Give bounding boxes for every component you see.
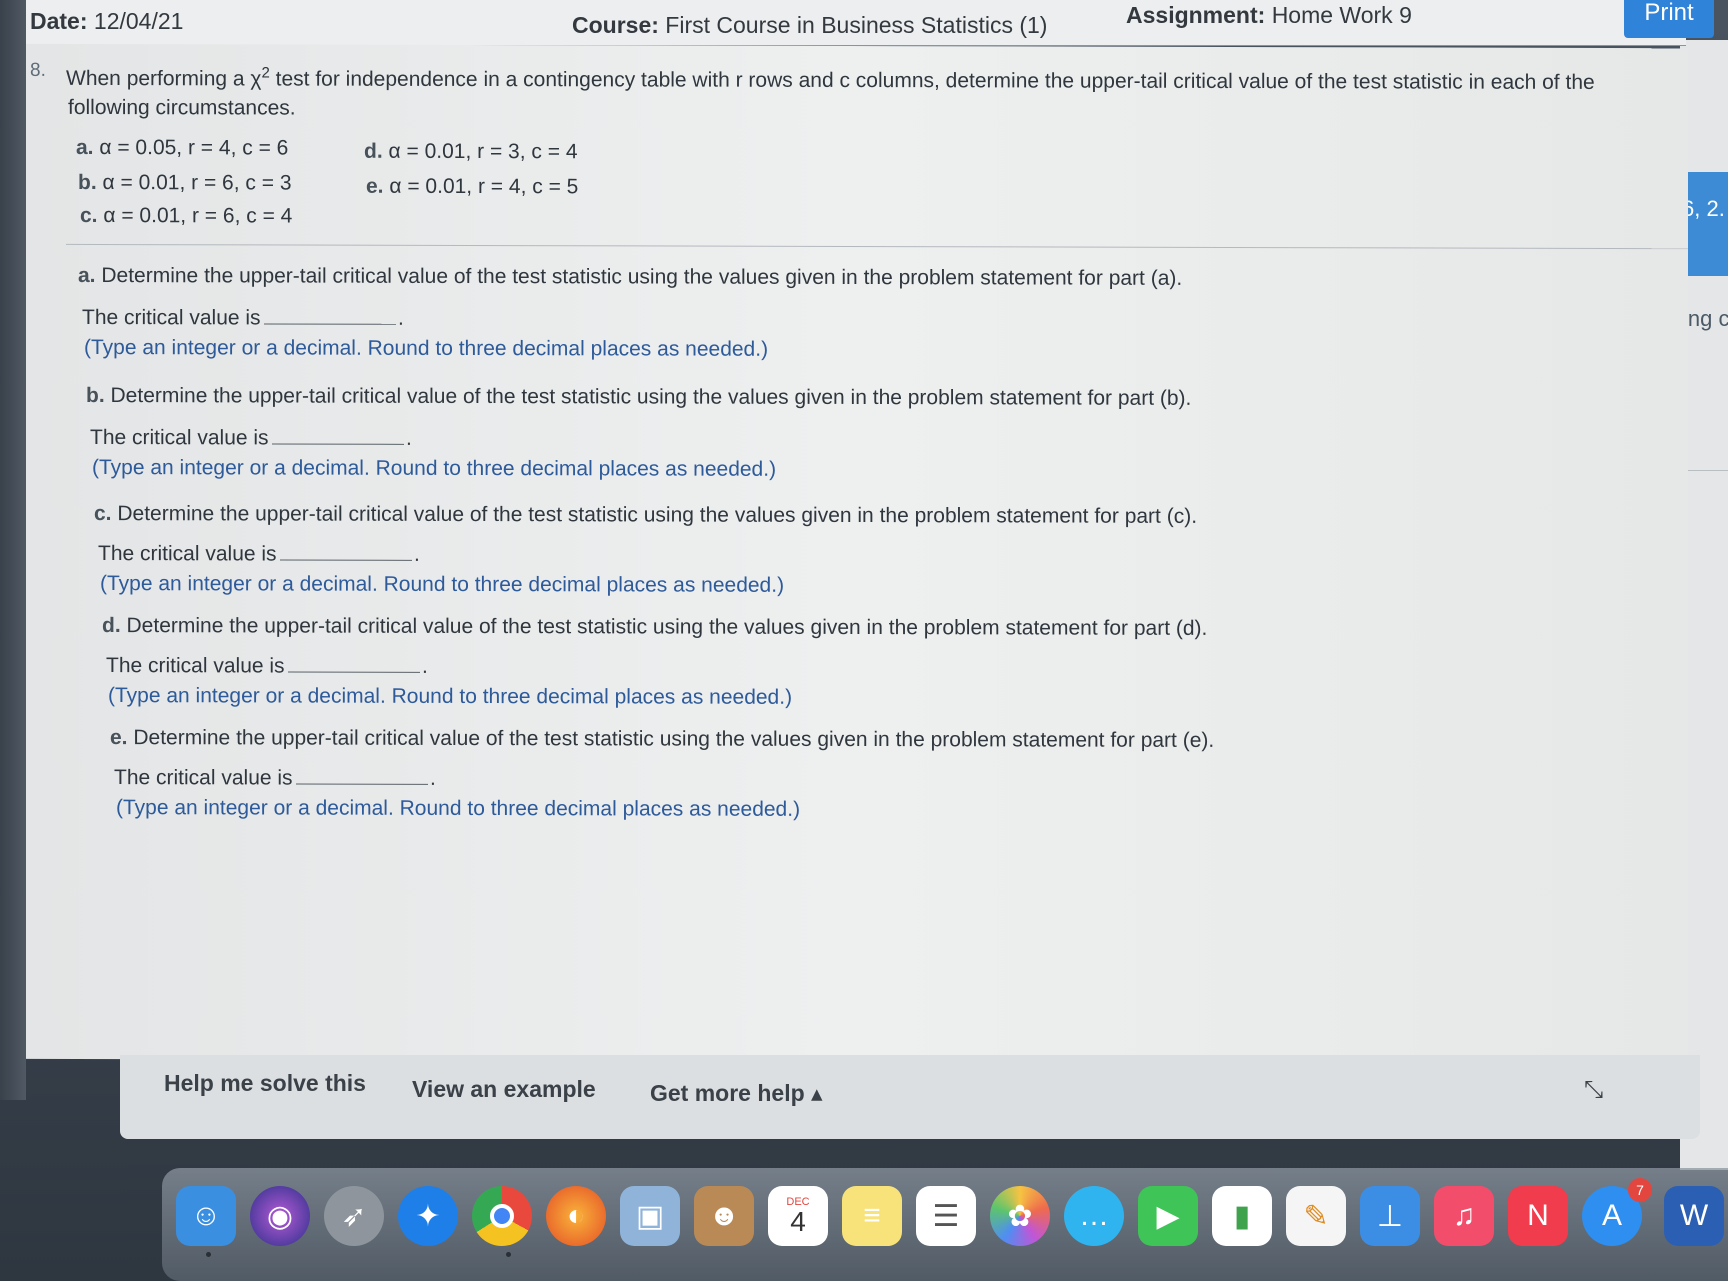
get-more-help-button[interactable]: Get more help ▴ [650,1080,823,1107]
case-d: d. α = 0.01, r = 3, c = 4 [364,140,578,165]
part-e-lead: The critical value is [114,766,293,790]
part-b-answer-input[interactable] [272,418,404,445]
question-stem: When performing a χ2 test for independen… [66,64,1595,95]
help-toolbar [120,1055,1700,1139]
assignment-field: Assignment: Home Work 9 [1126,2,1412,29]
facetime-icon[interactable]: ▶ [1138,1186,1198,1246]
part-letter: d. [102,614,121,638]
messages-icon[interactable]: … [1064,1186,1124,1246]
resize-arrows-icon[interactable]: ⤡ [1584,1076,1603,1104]
part-b-period: . [406,426,412,450]
question-stem-text-cont: test for independence in a contingency t… [269,67,1595,94]
case-a: a. α = 0.05, r = 4, c = 6 [76,136,288,161]
numbers-icon[interactable]: ▮ [1212,1186,1272,1246]
chi-square-superscript: 2 [261,64,270,82]
case-text: α = 0.01, r = 6, c = 3 [102,171,292,195]
part-e-answer-input[interactable] [296,758,428,785]
part-letter: e. [110,726,128,750]
case-text: α = 0.01, r = 3, c = 4 [388,139,578,164]
assignment-label: Assignment: [1126,2,1266,28]
case-letter: e. [366,174,384,198]
part-c-period: . [414,542,420,566]
part-c-lead: The critical value is [98,542,277,566]
date-label: Date: [30,8,88,34]
case-letter: a. [76,135,94,160]
case-b: b. α = 0.01, r = 6, c = 3 [78,171,292,196]
assignment-header: Date: 12/04/21 Course: First Course in B… [26,0,1714,46]
help-me-solve-button[interactable]: Help me solve this [164,1070,366,1097]
part-a-lead: The critical value is [82,305,261,330]
launchpad-icon[interactable]: ➶ [324,1186,384,1246]
part-b-lead: The critical value is [90,425,269,450]
part-d-period: . [422,654,428,678]
calendar-day: 4 [790,1206,806,1237]
news-icon[interactable]: N [1508,1186,1568,1246]
part-c-prompt: c. Determine the upper-tail critical val… [94,502,1197,529]
part-a-answer-input[interactable] [264,298,396,325]
notes-icon[interactable]: ≡ [842,1186,902,1246]
appstore-badge: 7 [1628,1178,1652,1202]
case-c: c. α = 0.01, r = 6, c = 4 [80,204,292,229]
question-number: 8. [30,59,46,81]
assignment-value: Home Work 9 [1271,2,1412,28]
question-stem-text: When performing a χ [66,66,262,91]
firefox-icon[interactable]: ◐ [546,1186,606,1246]
part-d-lead: The critical value is [106,654,285,678]
photos-icon[interactable]: ✿ [990,1186,1050,1246]
preview-icon[interactable]: ▣ [620,1186,680,1246]
siri-icon[interactable]: ◉ [250,1186,310,1246]
part-b-hint: (Type an integer or a decimal. Round to … [92,455,777,481]
course-field: Course: First Course in Business Statist… [572,12,1047,39]
part-a-hint: (Type an integer or a decimal. Round to … [84,335,769,361]
desktop-left-edge [0,0,26,1100]
chrome-icon[interactable] [472,1186,532,1246]
contacts-icon[interactable]: ☻ [694,1186,754,1246]
part-letter: a. [78,263,96,288]
part-a-prompt: a. Determine the upper-tail critical val… [78,264,1182,291]
pages-icon[interactable]: ✎ [1286,1186,1346,1246]
case-letter: b. [78,170,97,195]
part-prompt-text: Determine the upper-tail critical value … [101,264,1183,290]
section-divider [66,243,1688,250]
case-e: e. α = 0.01, r = 4, c = 5 [366,175,578,200]
part-prompt-text: Determine the upper-tail critical value … [117,502,1198,528]
part-b-prompt: b. Determine the upper-tail critical val… [86,384,1191,411]
part-prompt-text: Determine the upper-tail critical value … [110,384,1192,410]
part-prompt-text: Determine the upper-tail critical value … [126,614,1208,640]
part-c-answer-input[interactable] [280,534,412,561]
calendar-icon[interactable]: DEC 4 [768,1186,828,1246]
part-letter: b. [86,383,105,408]
part-c-hint: (Type an integer or a decimal. Round to … [100,572,785,597]
case-letter: d. [364,139,383,163]
part-e-hint: (Type an integer or a decimal. Round to … [116,796,801,821]
keynote-icon[interactable]: ⊥ [1360,1186,1420,1246]
case-text: α = 0.05, r = 4, c = 6 [99,136,289,160]
part-e-period: . [430,766,436,790]
print-button[interactable]: Print [1624,0,1714,38]
part-letter: c. [94,502,112,526]
running-indicator [506,1252,511,1257]
course-value: First Course in Business Statistics (1) [665,12,1048,38]
part-d-prompt: d. Determine the upper-tail critical val… [102,614,1207,641]
date-field: Date: 12/04/21 [30,8,183,35]
date-value: 12/04/21 [93,8,184,34]
case-letter: c. [80,203,98,228]
safari-icon[interactable]: ✦ [398,1186,458,1246]
reminders-icon[interactable]: ☰ [916,1186,976,1246]
question-panel: 8. When performing a χ2 test for indepen… [26,43,1688,1064]
course-label: Course: [572,12,659,38]
case-text: α = 0.01, r = 6, c = 4 [103,204,293,228]
running-indicator [206,1252,211,1257]
part-a-period: . [398,306,404,330]
case-text: α = 0.01, r = 4, c = 5 [389,174,579,199]
view-example-button[interactable]: View an example [412,1076,596,1103]
part-d-hint: (Type an integer or a decimal. Round to … [108,684,793,709]
finder-icon[interactable]: ☺ [176,1186,236,1246]
part-prompt-text: Determine the upper-tail critical value … [133,726,1215,752]
music-icon[interactable]: ♫ [1434,1186,1494,1246]
word-icon[interactable]: W [1664,1186,1724,1246]
question-stem-line2: following circumstances. [68,95,296,120]
part-e-prompt: e. Determine the upper-tail critical val… [110,726,1214,753]
part-d-answer-input[interactable] [288,646,420,673]
